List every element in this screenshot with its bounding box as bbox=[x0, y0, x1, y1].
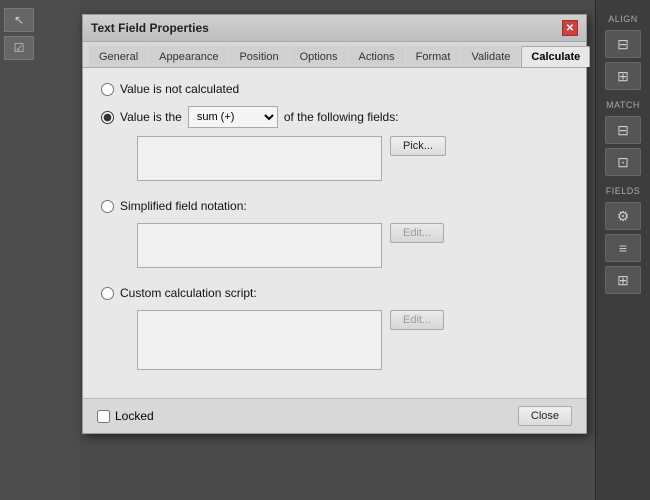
option4-section: Custom calculation script: Edit... bbox=[101, 286, 568, 376]
option4-radio[interactable] bbox=[101, 287, 114, 300]
locked-checkbox[interactable] bbox=[97, 410, 110, 423]
left-toolbar: ↖ ☑ bbox=[0, 0, 80, 500]
option2-label: Value is the bbox=[120, 110, 182, 124]
edit2-row: Edit... bbox=[119, 310, 568, 376]
align-label: ALIGN bbox=[608, 14, 638, 24]
tab-options[interactable]: Options bbox=[290, 46, 348, 67]
option1-label: Value is not calculated bbox=[120, 82, 239, 96]
option2-section: Value is the sum (+) product (×) average… bbox=[101, 106, 568, 187]
close-dialog-button[interactable]: ✕ bbox=[562, 20, 578, 36]
tab-appearance[interactable]: Appearance bbox=[149, 46, 228, 67]
tab-position[interactable]: Position bbox=[229, 46, 288, 67]
tab-calculate[interactable]: Calculate bbox=[521, 46, 590, 67]
edit2-button[interactable]: Edit... bbox=[390, 310, 444, 330]
option4-row: Custom calculation script: bbox=[101, 286, 568, 300]
dialog-footer: Locked Close bbox=[83, 398, 586, 433]
right-panel: ALIGN ⊟ ⊞ MATCH ⊟ ⊡ FIELDS ⚙ ≡ ⊞ bbox=[595, 0, 650, 500]
edit1-row: Edit... bbox=[119, 223, 568, 274]
dialog-title: Text Field Properties bbox=[91, 21, 209, 35]
tabs-bar: General Appearance Position Options Acti… bbox=[83, 42, 586, 68]
fields-icon-2[interactable]: ≡ bbox=[605, 234, 641, 262]
tab-format[interactable]: Format bbox=[406, 46, 461, 67]
notation-text-area[interactable] bbox=[137, 223, 382, 268]
align-icon-1[interactable]: ⊟ bbox=[605, 30, 641, 58]
toolbar-icon-2[interactable]: ☑ bbox=[4, 36, 34, 60]
close-button[interactable]: Close bbox=[518, 406, 572, 426]
option1-radio[interactable] bbox=[101, 83, 114, 96]
option3-section: Simplified field notation: Edit... bbox=[101, 199, 568, 274]
tab-general[interactable]: General bbox=[89, 46, 148, 67]
option2-radio[interactable] bbox=[101, 111, 114, 124]
match-label: MATCH bbox=[606, 100, 640, 110]
dialog-body: Value is not calculated Value is the sum… bbox=[83, 68, 586, 398]
script-text-area[interactable] bbox=[137, 310, 382, 370]
sum-dropdown[interactable]: sum (+) product (×) average minimum maxi… bbox=[188, 106, 278, 128]
fields-label: FIELDS bbox=[606, 186, 641, 196]
pick-button[interactable]: Pick... bbox=[390, 136, 446, 156]
option3-radio[interactable] bbox=[101, 200, 114, 213]
edit1-button[interactable]: Edit... bbox=[390, 223, 444, 243]
fields-text-area[interactable] bbox=[137, 136, 382, 181]
option3-row: Simplified field notation: bbox=[101, 199, 568, 213]
match-icon-2[interactable]: ⊡ bbox=[605, 148, 641, 176]
locked-label: Locked bbox=[115, 409, 154, 423]
fields-icon-3[interactable]: ⊞ bbox=[605, 266, 641, 294]
tab-actions[interactable]: Actions bbox=[349, 46, 405, 67]
locked-row: Locked bbox=[97, 409, 154, 423]
align-icon-2[interactable]: ⊞ bbox=[605, 62, 641, 90]
fields-icon-1[interactable]: ⚙ bbox=[605, 202, 641, 230]
align-icons: ⊟ bbox=[605, 30, 641, 58]
option1-row: Value is not calculated bbox=[101, 82, 568, 96]
dialog-titlebar: Text Field Properties ✕ bbox=[83, 15, 586, 42]
match-icon-1[interactable]: ⊟ bbox=[605, 116, 641, 144]
option2-row: Value is the sum (+) product (×) average… bbox=[101, 106, 568, 128]
toolbar-icon-1[interactable]: ↖ bbox=[4, 8, 34, 32]
option3-label: Simplified field notation: bbox=[120, 199, 247, 213]
pick-row: Pick... bbox=[119, 136, 568, 187]
option4-label: Custom calculation script: bbox=[120, 286, 257, 300]
of-following-label: of the following fields: bbox=[284, 110, 399, 124]
tab-validate[interactable]: Validate bbox=[461, 46, 520, 67]
text-field-properties-dialog: Text Field Properties ✕ General Appearan… bbox=[82, 14, 587, 434]
